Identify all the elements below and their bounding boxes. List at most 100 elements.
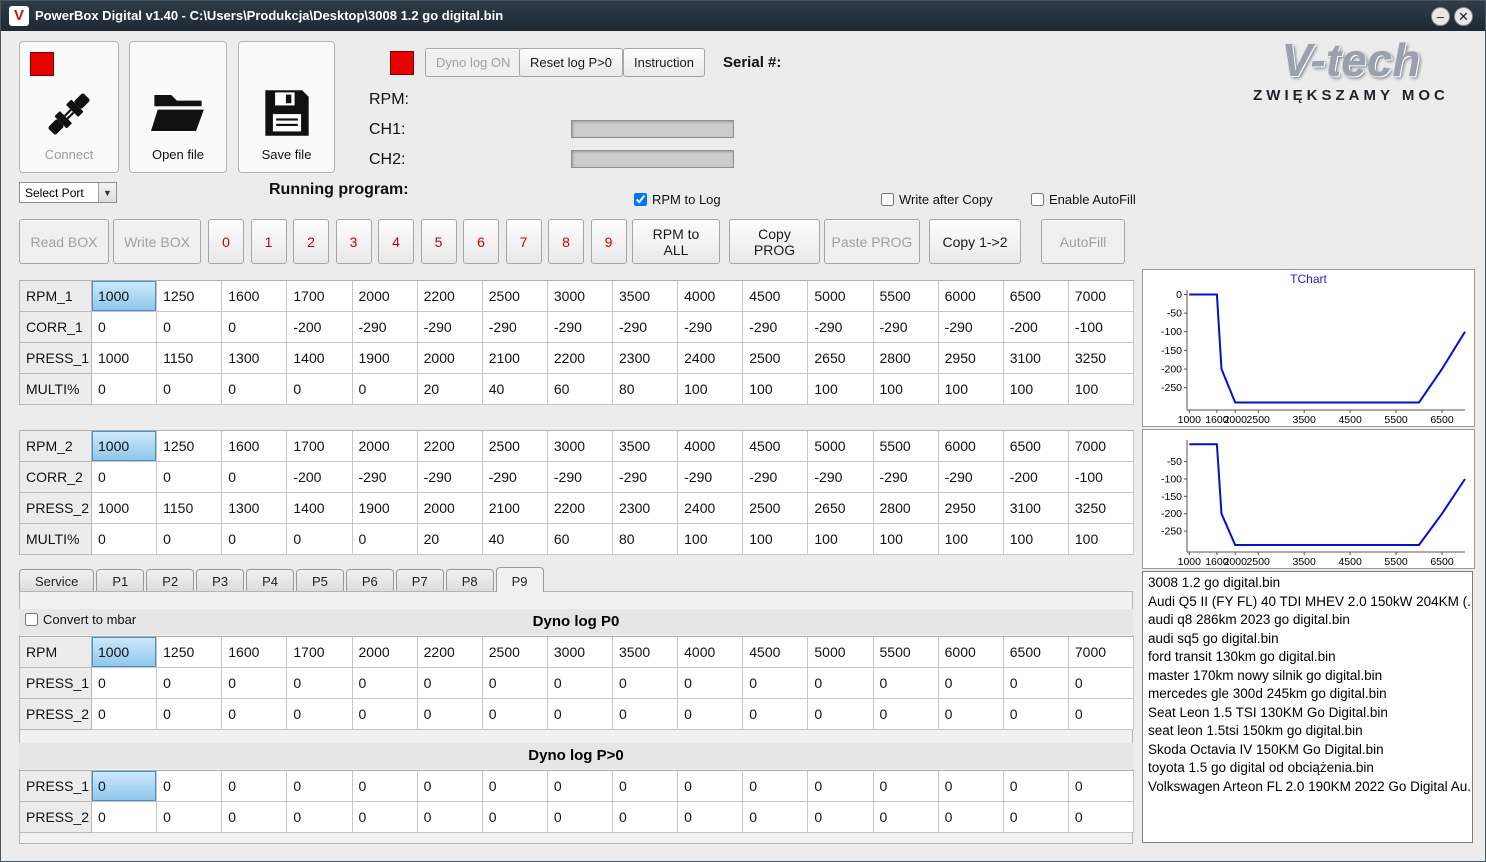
grid-cell[interactable]: 2500	[482, 637, 548, 668]
grid-cell[interactable]: 0	[222, 524, 288, 555]
grid-cell[interactable]: 1700	[287, 281, 353, 312]
grid-cell[interactable]: 0	[1068, 771, 1134, 802]
grid-cell[interactable]: 0	[808, 668, 874, 699]
grid-cell[interactable]: 2950	[938, 343, 1004, 374]
grid-cell[interactable]: 0	[157, 668, 223, 699]
file-item[interactable]: audi sq5 go digital.bin	[1143, 630, 1472, 649]
grid-cell[interactable]: 0	[222, 462, 288, 493]
grid-cell[interactable]: 0	[482, 802, 548, 833]
grid-cell[interactable]: -290	[808, 312, 874, 343]
grid-cell[interactable]: 3100	[1003, 343, 1069, 374]
digit-button-5[interactable]: 5	[420, 219, 457, 264]
grid-cell[interactable]: 0	[92, 462, 158, 493]
tab-p7[interactable]: P7	[395, 569, 444, 592]
close-button[interactable]: ✕	[1454, 7, 1473, 26]
grid-cell[interactable]: 0	[743, 802, 809, 833]
grid-cell[interactable]: 0	[1003, 771, 1069, 802]
grid-cell[interactable]: 2800	[873, 493, 939, 524]
select-port-dropdown[interactable]: Select Port ▼	[19, 182, 117, 203]
grid-cell[interactable]: 0	[157, 699, 223, 730]
grid-cell[interactable]: 3500	[613, 637, 679, 668]
grid-cell[interactable]: -290	[352, 312, 418, 343]
grid-cell[interactable]: 3000	[547, 281, 613, 312]
grid-cell[interactable]: -290	[417, 462, 483, 493]
grid-cell[interactable]: -290	[678, 462, 744, 493]
enable-autofill-checkbox[interactable]: Enable AutoFill	[1031, 192, 1136, 207]
tab-p3[interactable]: P3	[196, 569, 245, 592]
grid-cell[interactable]: 0	[92, 699, 158, 730]
convert-to-mbar-checkbox-input[interactable]	[25, 613, 38, 626]
file-item[interactable]: seat leon 1.5tsi 150km go digital.bin	[1143, 722, 1472, 741]
grid-cell[interactable]: 0	[352, 771, 418, 802]
grid-cell[interactable]: 0	[678, 802, 744, 833]
grid-cell[interactable]: -200	[1003, 312, 1069, 343]
grid-cell[interactable]: 0	[547, 668, 613, 699]
grid-cell[interactable]: 0	[938, 699, 1004, 730]
grid-cell[interactable]: 0	[287, 374, 353, 405]
grid-cell[interactable]: -290	[547, 462, 613, 493]
grid-cell[interactable]: 6500	[1003, 281, 1069, 312]
digit-button-0[interactable]: 0	[208, 219, 244, 264]
grid-cell[interactable]: 1400	[287, 493, 353, 524]
grid-cell[interactable]: -290	[873, 462, 939, 493]
grid-cell[interactable]: 0	[808, 771, 874, 802]
instruction-button[interactable]: Instruction	[623, 48, 705, 77]
grid-cell[interactable]: 0	[92, 374, 158, 405]
grid-cell[interactable]: 20	[417, 374, 483, 405]
grid-cell[interactable]: 6500	[1003, 637, 1069, 668]
grid-cell[interactable]: 3000	[547, 431, 613, 462]
grid-cell[interactable]: -290	[613, 462, 679, 493]
grid-cell[interactable]: 100	[938, 374, 1004, 405]
grid-cell[interactable]: 1000	[92, 431, 158, 462]
grid-cell[interactable]: 0	[938, 668, 1004, 699]
digit-button-6[interactable]: 6	[463, 219, 499, 264]
grid-cell[interactable]: 2000	[352, 431, 418, 462]
grid-cell[interactable]: 2300	[613, 493, 679, 524]
file-item[interactable]: ford transit 130km go digital.bin	[1143, 648, 1472, 667]
grid-cell[interactable]: 0	[417, 699, 483, 730]
grid-cell[interactable]: 6000	[938, 637, 1004, 668]
grid-cell[interactable]: 0	[873, 668, 939, 699]
grid-cell[interactable]: -290	[743, 462, 809, 493]
grid-cell[interactable]: 1150	[157, 343, 223, 374]
grid-cell[interactable]: -290	[873, 312, 939, 343]
grid-cell[interactable]: 100	[678, 524, 744, 555]
grid-cell[interactable]: 0	[352, 802, 418, 833]
grid-cell[interactable]: 7000	[1068, 281, 1134, 312]
minimize-button[interactable]: –	[1431, 7, 1450, 26]
tab-p4[interactable]: P4	[246, 569, 294, 592]
grid-cell[interactable]: -200	[1003, 462, 1069, 493]
grid-cell[interactable]: 1600	[222, 281, 288, 312]
grid-cell[interactable]: 60	[547, 374, 613, 405]
grid-cell[interactable]: 5000	[808, 281, 874, 312]
grid-cell[interactable]: 3250	[1068, 493, 1134, 524]
grid-cell[interactable]: 1000	[92, 493, 158, 524]
convert-to-mbar-checkbox[interactable]: Convert to mbar	[25, 612, 136, 627]
write-box-button[interactable]: Write BOX	[113, 219, 201, 264]
grid-cell[interactable]: 4000	[678, 281, 744, 312]
grid-cell[interactable]: 0	[222, 699, 288, 730]
file-item[interactable]: 3008 1.2 go digital.bin	[1143, 574, 1472, 593]
grid-cell[interactable]: 0	[547, 802, 613, 833]
grid-cell[interactable]: 5500	[873, 637, 939, 668]
grid-cell[interactable]: 0	[92, 524, 158, 555]
grid-cell[interactable]: 0	[938, 771, 1004, 802]
grid-cell[interactable]: 0	[417, 668, 483, 699]
grid-cell[interactable]: 0	[613, 771, 679, 802]
grid-cell[interactable]: 0	[157, 374, 223, 405]
grid-cell[interactable]: 5500	[873, 281, 939, 312]
tab-p1[interactable]: P1	[96, 569, 145, 592]
grid-cell[interactable]: 0	[613, 668, 679, 699]
grid-cell[interactable]: -290	[808, 462, 874, 493]
tab-p9[interactable]: P9	[495, 567, 544, 592]
grid-cell[interactable]: 0	[1068, 668, 1134, 699]
grid-cell[interactable]: 2950	[938, 493, 1004, 524]
grid-cell[interactable]: 0	[938, 802, 1004, 833]
grid-cell[interactable]: 80	[613, 374, 679, 405]
grid-cell[interactable]: -290	[352, 462, 418, 493]
reset-log-button[interactable]: Reset log P>0	[519, 48, 624, 77]
grid-cell[interactable]: 7000	[1068, 431, 1134, 462]
grid-cell[interactable]: 3500	[613, 281, 679, 312]
rpm-to-log-checkbox-input[interactable]	[634, 193, 647, 206]
grid-cell[interactable]: 100	[808, 374, 874, 405]
